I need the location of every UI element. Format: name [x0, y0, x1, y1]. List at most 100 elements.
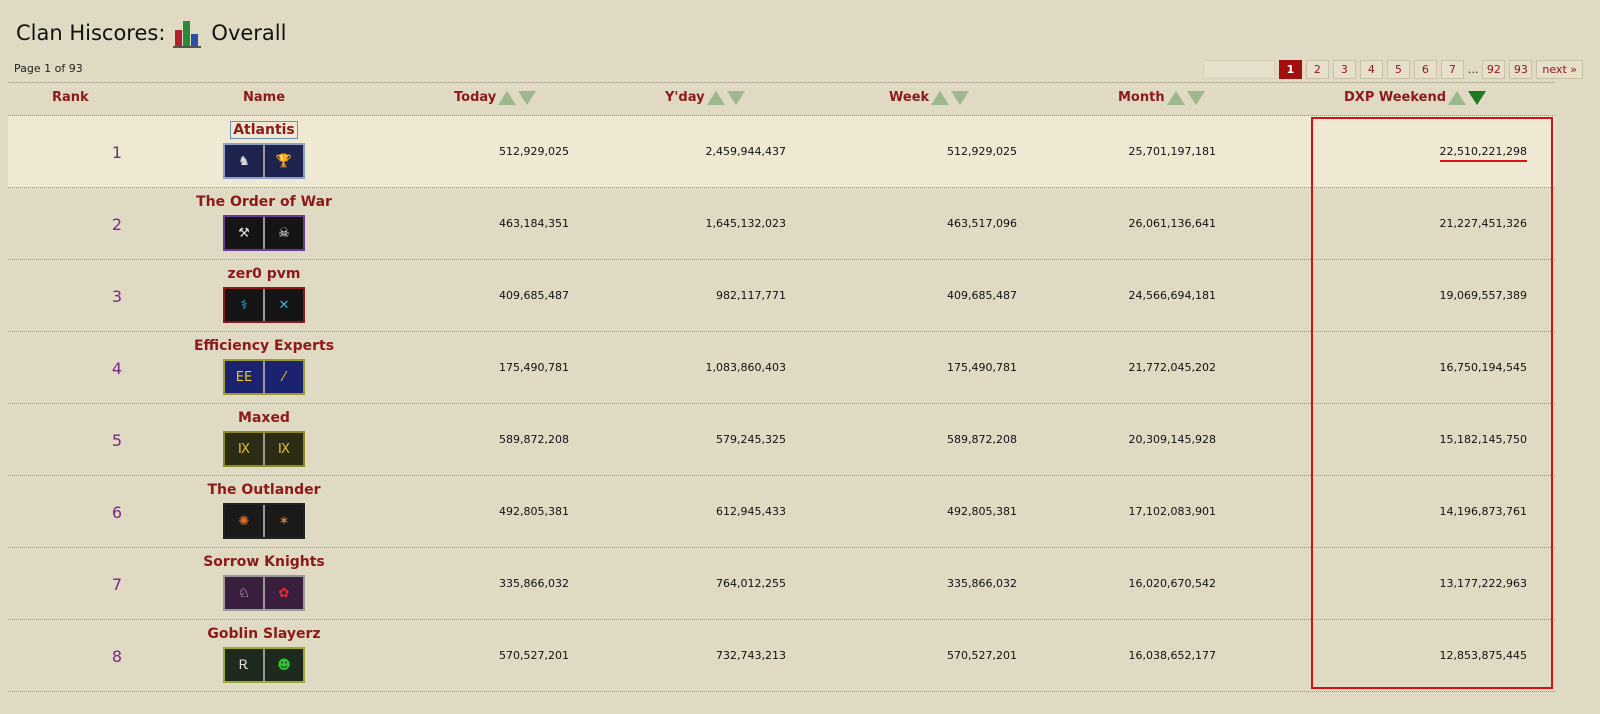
header-rank[interactable]: Rank: [52, 90, 89, 105]
sort-asc-icon[interactable]: [498, 90, 517, 105]
dxp-weekend-value: 21,227,451,326: [1439, 217, 1527, 230]
page-link-5[interactable]: 5: [1386, 60, 1410, 79]
clan-name-link[interactable]: zer0 pvm: [174, 266, 354, 282]
sort-desc-active-icon[interactable]: [1468, 90, 1487, 105]
clan-banner[interactable]: Ꭱ ☻: [223, 647, 305, 683]
dxp-weekend-cell: 14,196,873,761: [1440, 505, 1527, 518]
title-suffix: Overall: [211, 21, 287, 45]
week-cell: 570,527,201: [947, 649, 1017, 662]
sort-asc-icon[interactable]: [931, 90, 950, 105]
clan-name-link[interactable]: The Outlander: [174, 482, 354, 498]
clan-banner[interactable]: EE ⁄: [223, 359, 305, 395]
header-yday[interactable]: Y'day: [665, 90, 745, 105]
dxp-weekend-value: 12,853,875,445: [1439, 649, 1527, 662]
sort-asc-icon[interactable]: [1166, 90, 1185, 105]
month-cell: 16,038,652,177: [1128, 649, 1216, 662]
sort-desc-icon[interactable]: [726, 90, 745, 105]
header-today[interactable]: Today: [454, 90, 537, 105]
banner-right-icon: ☻: [263, 649, 303, 681]
clan-name-link[interactable]: Goblin Slayerz: [174, 626, 354, 642]
clan-banner[interactable]: ⚒ ☠: [223, 215, 305, 251]
today-cell: 335,866,032: [499, 577, 569, 590]
title-prefix: Clan Hiscores:: [16, 21, 166, 45]
week-cell: 175,490,781: [947, 361, 1017, 374]
clan-banner[interactable]: ♞ 🏆: [223, 143, 305, 179]
sort-desc-icon[interactable]: [1186, 90, 1205, 105]
header-yday-label: Y'day: [665, 90, 705, 105]
yday-cell: 579,245,325: [716, 433, 786, 446]
page-link-7[interactable]: 7: [1440, 60, 1464, 79]
sort-asc-icon[interactable]: [1448, 90, 1467, 105]
banner-left-icon: ⚒: [225, 217, 263, 249]
clan-name-link[interactable]: Atlantis: [174, 121, 354, 139]
yday-cell: 764,012,255: [716, 577, 786, 590]
clan-name-text[interactable]: Sorrow Knights: [203, 554, 325, 570]
banner-right-icon: ✶: [263, 505, 303, 537]
dxp-weekend-value: 19,069,557,389: [1439, 289, 1527, 302]
week-cell: 589,872,208: [947, 433, 1017, 446]
bar-chart-icon: [173, 21, 202, 48]
clan-name-link[interactable]: The Order of War: [174, 194, 354, 210]
dxp-weekend-cell: 12,853,875,445: [1440, 649, 1527, 662]
header-week[interactable]: Week: [889, 90, 970, 105]
previous-button-placeholder: [1202, 60, 1275, 79]
dxp-weekend-value: 22,510,221,298: [1439, 145, 1527, 162]
page-link-1[interactable]: 1: [1278, 60, 1302, 79]
banner-left-icon: ♞: [225, 145, 263, 177]
next-page-button[interactable]: next »: [1536, 60, 1583, 79]
dxp-weekend-cell: 15,182,145,750: [1440, 433, 1527, 446]
clan-name-text[interactable]: zer0 pvm: [228, 266, 301, 282]
table-header: Rank Name Today Y'day Week Month DXP Wee…: [8, 83, 1555, 116]
sort-desc-icon[interactable]: [518, 90, 537, 105]
table-row: 1 Atlantis ♞ 🏆 512,929,025 2,459,944,437…: [8, 116, 1555, 188]
header-dxp-weekend[interactable]: DXP Weekend: [1344, 90, 1487, 105]
pagination: 1 2 3 4 5 6 7 ... 92 93 next »: [1202, 60, 1583, 79]
banner-left-icon: ♘: [225, 577, 263, 609]
banner-right-icon: ✕: [263, 289, 303, 321]
clan-name-text[interactable]: Maxed: [238, 410, 290, 426]
sort-desc-icon[interactable]: [951, 90, 970, 105]
clan-name-link[interactable]: Efficiency Experts: [174, 338, 354, 354]
page-link-92[interactable]: 92: [1482, 60, 1506, 79]
clan-banner[interactable]: ⚕ ✕: [223, 287, 305, 323]
header-month[interactable]: Month: [1118, 90, 1205, 105]
week-cell: 409,685,487: [947, 289, 1017, 302]
pagination-ellipsis: ...: [1467, 63, 1479, 76]
page-link-2[interactable]: 2: [1305, 60, 1329, 79]
clan-name-text[interactable]: Goblin Slayerz: [207, 626, 320, 642]
table-row: 8 Goblin Slayerz Ꭱ ☻ 570,527,201 732,743…: [8, 620, 1555, 692]
page-link-93[interactable]: 93: [1509, 60, 1533, 79]
page-link-6[interactable]: 6: [1413, 60, 1437, 79]
clan-banner[interactable]: ♘ ✿: [223, 575, 305, 611]
dxp-weekend-cell: 16,750,194,545: [1440, 361, 1527, 374]
clan-name-link[interactable]: Sorrow Knights: [174, 554, 354, 570]
page-link-4[interactable]: 4: [1359, 60, 1383, 79]
clan-name-text[interactable]: The Outlander: [207, 482, 320, 498]
header-name[interactable]: Name: [243, 90, 285, 105]
rank-cell: 6: [111, 503, 122, 522]
clan-banner[interactable]: Ⅸ Ⅸ: [223, 431, 305, 467]
clan-banner[interactable]: ✺ ✶: [223, 503, 305, 539]
yday-cell: 612,945,433: [716, 505, 786, 518]
clan-name-link[interactable]: Maxed: [174, 410, 354, 426]
table-row: 4 Efficiency Experts EE ⁄ 175,490,781 1,…: [8, 332, 1555, 404]
table-row: 7 Sorrow Knights ♘ ✿ 335,866,032 764,012…: [8, 548, 1555, 620]
sort-asc-icon[interactable]: [706, 90, 725, 105]
clan-name-text[interactable]: The Order of War: [196, 194, 332, 210]
yday-cell: 982,117,771: [716, 289, 786, 302]
clan-name-text[interactable]: Efficiency Experts: [194, 338, 334, 354]
clan-name-text[interactable]: Atlantis: [230, 121, 298, 139]
rank-cell: 3: [111, 287, 122, 306]
month-cell: 26,061,136,641: [1128, 217, 1216, 230]
table-row: 5 Maxed Ⅸ Ⅸ 589,872,208 579,245,325 589,…: [8, 404, 1555, 476]
page-link-3[interactable]: 3: [1332, 60, 1356, 79]
today-cell: 463,184,351: [499, 217, 569, 230]
banner-left-icon: Ꭱ: [225, 649, 263, 681]
yday-cell: 1,083,860,403: [705, 361, 786, 374]
week-cell: 492,805,381: [947, 505, 1017, 518]
dxp-weekend-cell: 21,227,451,326: [1440, 217, 1527, 230]
banner-left-icon: ⚕: [225, 289, 263, 321]
week-cell: 335,866,032: [947, 577, 1017, 590]
table-row: 2 The Order of War ⚒ ☠ 463,184,351 1,645…: [8, 188, 1555, 260]
header-dxp-label: DXP Weekend: [1344, 90, 1447, 105]
